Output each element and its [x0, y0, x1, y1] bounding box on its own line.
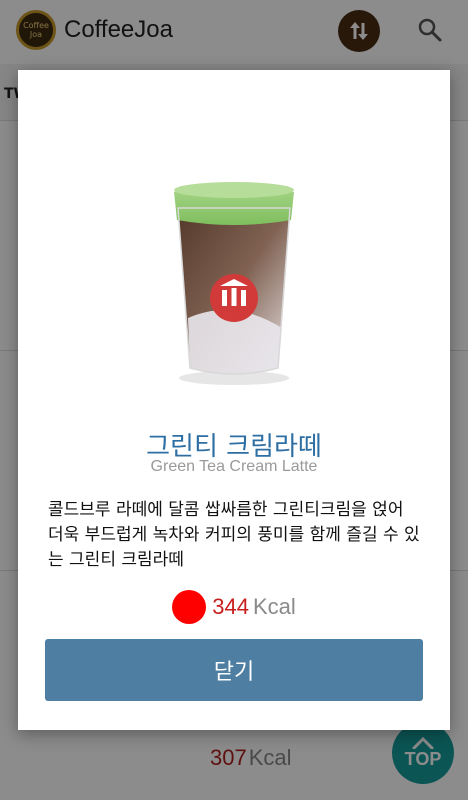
calorie-indicator-dot — [172, 590, 207, 624]
menu-detail-dialog: 그린티 크림라떼 Green Tea Cream Latte 콜드브루 라떼에 … — [18, 70, 450, 730]
calorie-value: 344 — [212, 594, 249, 619]
drink-description: 콜드브루 라떼에 달콤 쌉싸름한 그린티크림을 얹어 더욱 부드럽게 녹차와 커… — [48, 500, 420, 570]
drink-image — [174, 182, 294, 385]
calorie-info: 344 Kcal — [18, 590, 450, 624]
drink-name-english: Green Tea Cream Latte — [150, 458, 318, 475]
close-button[interactable]: 닫기 — [45, 639, 423, 701]
calorie-unit: Kcal — [252, 594, 296, 619]
